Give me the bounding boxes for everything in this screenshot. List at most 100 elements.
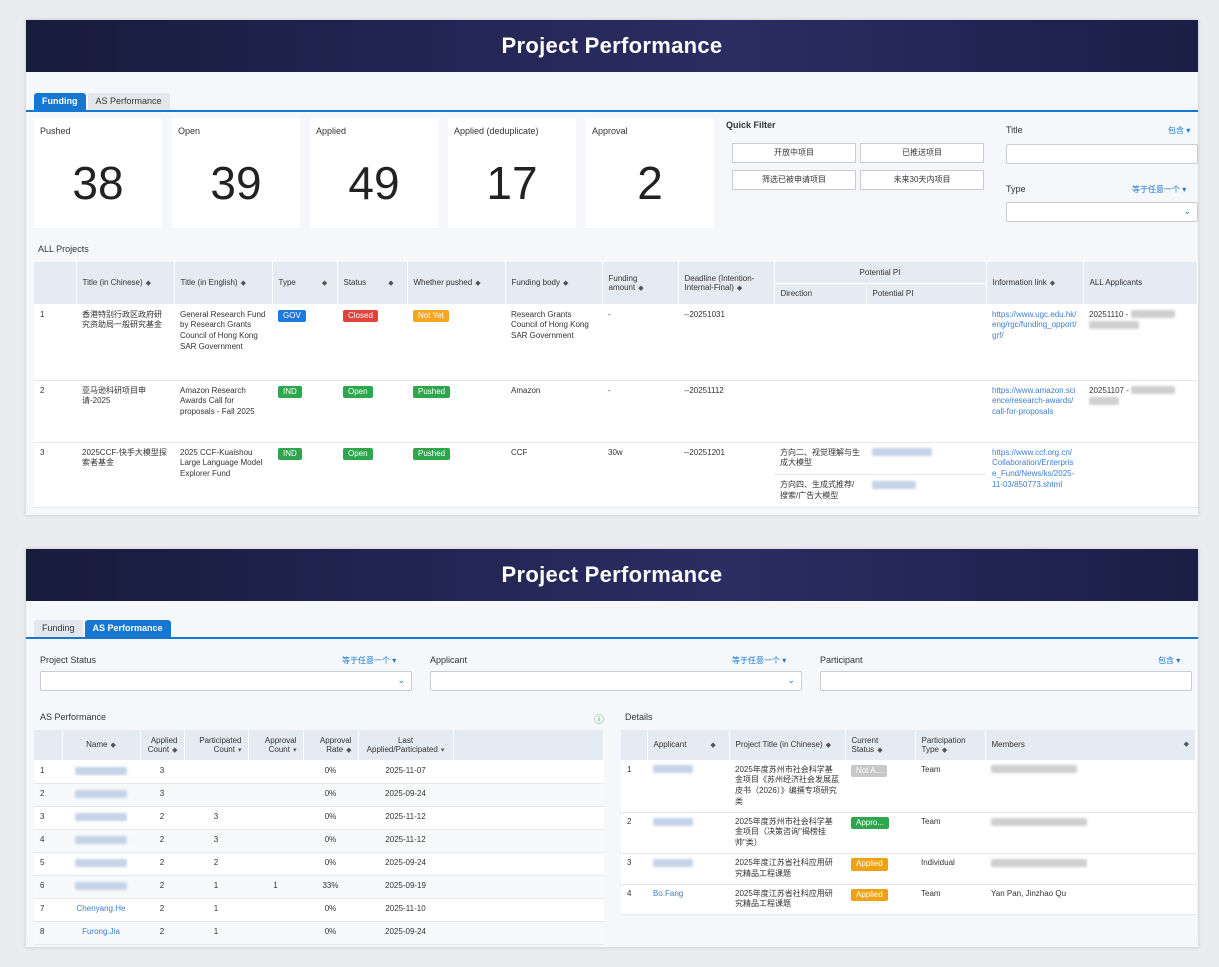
type-filter-operator[interactable]: 等于任意一个 ▾ — [1132, 184, 1186, 195]
cell-filler — [453, 783, 604, 807]
stat-open: Open 39 — [172, 118, 300, 228]
col-info-link[interactable]: Information link ◆ — [986, 262, 1084, 305]
info-icon[interactable]: ⓘ — [594, 711, 604, 726]
sort-icon: ◆ — [825, 742, 832, 750]
cell-name[interactable]: Chenyang.He — [62, 898, 140, 922]
col-funding-amount[interactable]: Funding amount ◆ — [602, 262, 679, 305]
redacted-name — [1131, 386, 1176, 395]
redacted-name — [1130, 310, 1175, 319]
table-row[interactable]: 2 3 0% 2025-09-24 — [34, 783, 604, 807]
info-link[interactable]: https://www.amazon.science/research-awar… — [986, 380, 1083, 443]
cell-applicant[interactable] — [647, 812, 729, 855]
cell-name[interactable]: Furong.Jia — [62, 921, 140, 945]
cell-applicant[interactable] — [647, 760, 729, 813]
project-status-filter-operator[interactable]: 等于任意一个 ▾ — [342, 655, 396, 666]
table-row[interactable]: 2 2025年度苏州市社会科学基金项目（决策咨询"揭榜挂帅"类） Appro... T… — [621, 812, 1196, 855]
col-direction: Direction — [774, 283, 867, 305]
table-row[interactable]: 4 Bo.Fang 2025年度江苏省社科应用研究精品工程课题 Applied Team… — [621, 884, 1196, 916]
sort-icon: ◆ — [562, 280, 569, 288]
applicant-select[interactable]: ⌄ — [430, 671, 802, 691]
table-row[interactable]: 1 香港特别行政区政府研究资助局一般研究基金 General Research … — [34, 304, 1198, 381]
col-title-cn[interactable]: Title (in Chinese) ◆ — [76, 262, 175, 305]
table-row[interactable]: 3 2 3 0% 2025-11-12 — [34, 806, 604, 830]
col-funding-body[interactable]: Funding body ◆ — [505, 262, 603, 305]
type-badge: IND — [278, 385, 302, 399]
qf-applied-projects-button[interactable]: 筛选已被申请项目 — [732, 170, 856, 190]
info-link[interactable]: https://www.ugc.edu.hk/eng/rgc/funding_o… — [986, 304, 1083, 381]
cell-name[interactable] — [62, 829, 140, 853]
title-filter-input[interactable] — [1006, 144, 1198, 164]
stat-label: Pushed — [40, 126, 71, 136]
table-row[interactable]: 7 Chenyang.He 2 1 0% 2025-11-10 — [34, 898, 604, 922]
table-row[interactable]: 1 2025年度苏州市社会科学基金项目《苏州经济社会发展蓝皮书（2026）》编撰专… — [621, 760, 1196, 813]
col-approval-count[interactable]: Approval Count ▾ — [248, 730, 304, 761]
cell-applicant[interactable] — [647, 853, 729, 885]
cell-name[interactable] — [62, 852, 140, 876]
col-deadline[interactable]: Deadline (Intention-Internal-Final) ◆ — [678, 262, 775, 305]
cell-approval-rate: 0% — [303, 829, 358, 853]
table-row[interactable]: 2 亚马逊科研项目申请-2025 Amazon Research Awards … — [34, 380, 1198, 443]
cell-amount: - — [602, 304, 678, 381]
cell-name[interactable] — [62, 783, 140, 807]
col-participated-count[interactable]: Participated Count ▾ — [184, 730, 249, 761]
cell-last-applied: 2025-11-10 — [358, 898, 453, 922]
qf-next-30-days-button[interactable]: 未来30天内项目 — [860, 170, 984, 190]
project-status-select[interactable]: ⌄ — [40, 671, 412, 691]
participant-input[interactable] — [820, 671, 1192, 691]
stat-label: Open — [178, 126, 201, 136]
table-row[interactable]: 5 2 2 0% 2025-09-24 — [34, 852, 604, 876]
type-filter-select[interactable]: ⌄ — [1006, 202, 1198, 222]
cell-project-title: 2025年度苏州市社会科学基金项目《苏州经济社会发展蓝皮书（2026）》编撰专项… — [729, 760, 845, 813]
title-filter-operator[interactable]: 包含 ▾ — [1168, 125, 1190, 136]
col-title-en[interactable]: Title (in English) ◆ — [174, 262, 273, 305]
cell-applicant[interactable]: Bo.Fang — [647, 884, 729, 916]
col-current-status[interactable]: Current Status ◆ — [845, 730, 916, 761]
cell-participated-count: 1 — [184, 898, 248, 922]
col-approval-rate[interactable]: Approval Rate ◆ — [303, 730, 359, 761]
tab-funding[interactable]: Funding — [34, 620, 83, 637]
table-row[interactable]: 1 3 0% 2025-11-07 — [34, 760, 604, 784]
col-index — [34, 730, 63, 761]
cell-filler — [453, 829, 604, 853]
cell-participated-count: 1 — [184, 921, 248, 945]
col-participation-type[interactable]: Participation Type ◆ — [915, 730, 986, 761]
section-all-projects: ALL Projects — [38, 244, 89, 254]
sort-icon: ◆ — [941, 746, 948, 754]
table-row[interactable]: 3 2025年度江苏省社科应用研究精品工程课题 Applied Individual — [621, 853, 1196, 885]
participant-filter-operator[interactable]: 包含 ▾ — [1158, 655, 1180, 666]
funding-panel: Project Performance Funding AS Performan… — [26, 20, 1198, 515]
col-project-title[interactable]: Project Title (in Chinese) ◆ — [729, 730, 846, 761]
applicant-filter-operator[interactable]: 等于任意一个 ▾ — [732, 655, 786, 666]
quick-filter-title: Quick Filter — [726, 120, 776, 130]
qf-open-projects-button[interactable]: 开放中项目 — [732, 143, 856, 163]
cell-members — [985, 812, 1196, 855]
row-index: 7 — [34, 898, 62, 922]
col-last-applied[interactable]: Last Applied/Participated ▾ — [358, 730, 454, 761]
cell-participated-count: 3 — [184, 806, 248, 830]
cell-name[interactable] — [62, 806, 140, 830]
cell-filler — [453, 852, 604, 876]
tab-as-performance[interactable]: AS Performance — [87, 93, 170, 110]
col-applied-count[interactable]: Applied Count ◆ — [140, 730, 185, 761]
qf-pushed-projects-button[interactable]: 已推送项目 — [860, 143, 984, 163]
col-pushed[interactable]: Whether pushed ◆ — [407, 262, 506, 305]
sort-icon: ◆ — [736, 284, 743, 292]
col-type[interactable]: Type ◆ — [272, 262, 338, 305]
col-all-applicants[interactable]: ALL Applicants — [1083, 262, 1198, 305]
cell-name[interactable] — [62, 875, 140, 899]
sort-icon: ◆ — [1183, 741, 1189, 749]
tab-funding[interactable]: Funding — [34, 93, 86, 110]
col-members[interactable]: Members ◆ — [985, 730, 1196, 761]
col-applicant[interactable]: Applicant ◆ — [647, 730, 730, 761]
info-link[interactable]: https://www.ccf.org.cn/Collaboration/Ent… — [986, 442, 1083, 508]
col-status[interactable]: Status ◆ — [337, 262, 408, 305]
table-row[interactable]: 8 Furong.Jia 2 1 0% 2025-09-24 — [34, 921, 604, 945]
cell-name[interactable] — [62, 760, 140, 784]
table-row[interactable]: 3 2025CCF-快手大模型探索者基金 2025 CCF-Kuaishou L… — [34, 442, 1198, 508]
status-badge: Appro... — [851, 816, 890, 830]
col-name[interactable]: Name ◆ — [62, 730, 141, 761]
table-row[interactable]: 6 2 1 1 33% 2025-09-19 — [34, 875, 604, 899]
cell-filler — [453, 921, 604, 945]
tab-as-performance[interactable]: AS Performance — [84, 620, 171, 637]
table-row[interactable]: 4 2 3 0% 2025-11-12 — [34, 829, 604, 853]
